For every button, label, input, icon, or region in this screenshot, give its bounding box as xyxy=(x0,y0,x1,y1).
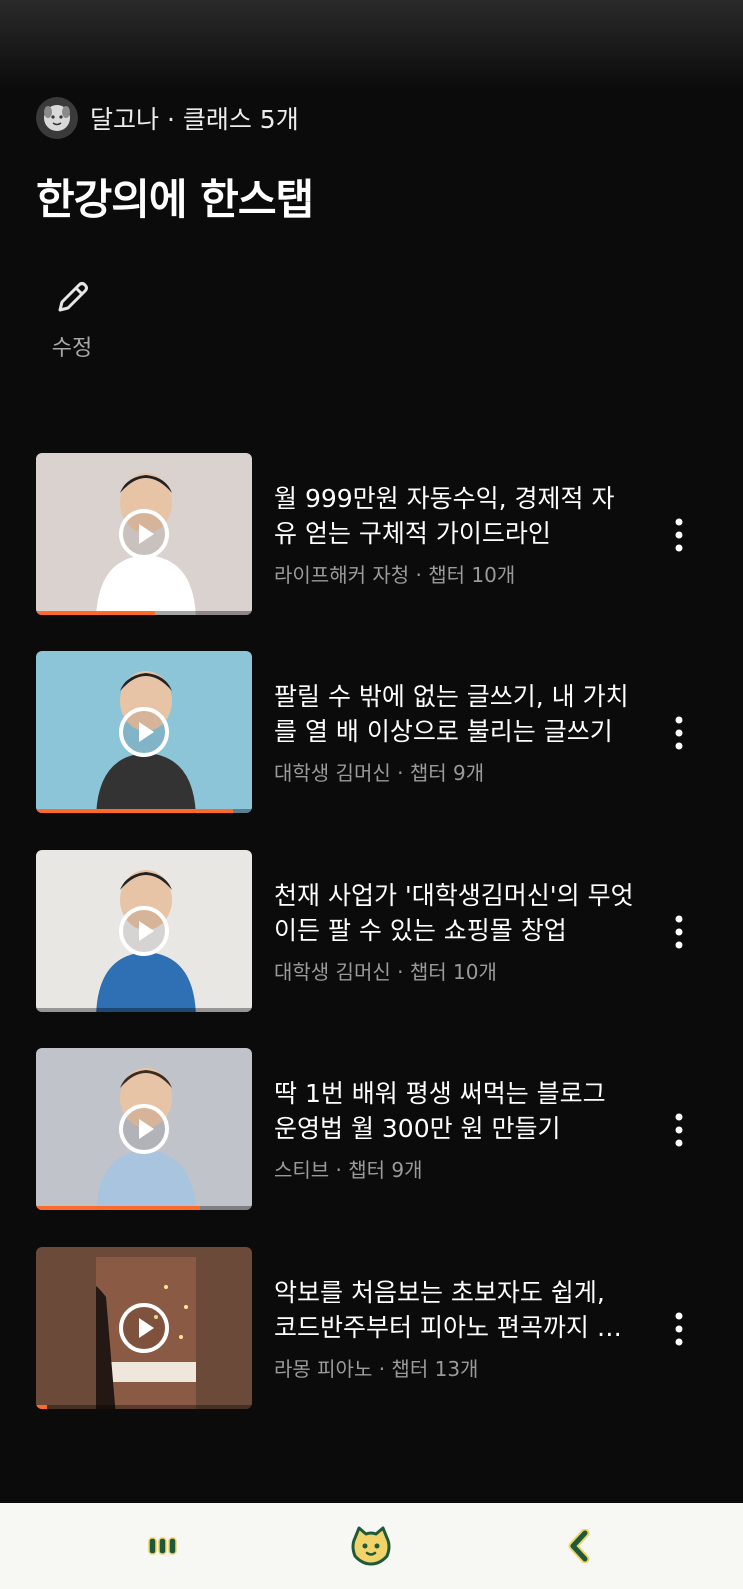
edit-button[interactable]: 수정 xyxy=(40,278,104,378)
chapter-count: · 챕터 9개 xyxy=(329,1158,423,1182)
progress-bar xyxy=(36,809,252,813)
course-author: 라이프해커 자청 xyxy=(274,563,410,587)
pencil-icon xyxy=(58,282,88,312)
page-title: 한강의에 한스탭 xyxy=(36,175,314,224)
nav-library[interactable] xyxy=(138,1521,188,1571)
progress-bar xyxy=(36,611,252,615)
progress-fill xyxy=(36,1206,201,1210)
progress-fill xyxy=(36,611,155,615)
course-meta: 스티브 · 챕터 9개 xyxy=(274,1154,423,1183)
course-title[interactable]: 월 999만원 자동수익, 경제적 자유 얻는 구체적 가이드라인 xyxy=(274,481,634,551)
course-item[interactable]: 악보를 처음보는 초보자도 쉽게, 코드반주부터 피아노 편곡까지 배우기 라몽… xyxy=(36,1247,716,1409)
course-item[interactable]: 팔릴 수 밖에 없는 글쓰기, 내 가치를 열 배 이상으로 불리는 글쓰기 대… xyxy=(36,651,716,813)
course-thumbnail[interactable] xyxy=(36,1048,252,1210)
more-options-button[interactable] xyxy=(662,713,696,753)
chapter-count: · 챕터 9개 xyxy=(390,761,485,785)
back-icon xyxy=(568,1529,590,1563)
course-item[interactable]: 천재 사업가 '대학생김머신'의 무엇이든 팔 수 있는 쇼핑몰 창업 대학생 … xyxy=(36,850,716,1012)
course-meta: 라이프해커 자청 · 챕터 10개 xyxy=(274,559,515,588)
progress-bar xyxy=(36,1008,252,1012)
course-thumbnail[interactable] xyxy=(36,1247,252,1409)
owner-name: 달고나 xyxy=(90,105,160,134)
play-icon[interactable] xyxy=(118,706,170,758)
edit-label: 수정 xyxy=(51,336,93,361)
nav-back[interactable] xyxy=(554,1521,604,1571)
chapter-count: · 챕터 10개 xyxy=(409,563,516,587)
progress-bar xyxy=(36,1405,252,1409)
play-icon[interactable] xyxy=(118,508,170,560)
class-count: · 클래스 5개 xyxy=(159,105,299,134)
bottom-navigation xyxy=(0,1503,743,1589)
course-meta: 대학생 김머신 · 챕터 10개 xyxy=(274,956,497,985)
course-thumbnail[interactable] xyxy=(36,651,252,813)
dog-face-icon xyxy=(44,105,70,131)
play-icon[interactable] xyxy=(118,905,170,957)
course-title[interactable]: 딱 1번 배워 평생 써먹는 블로그 운영법 월 300만 원 만들기 xyxy=(274,1076,634,1146)
more-options-button[interactable] xyxy=(662,515,696,555)
vertical-dots-icon xyxy=(675,1113,683,1147)
course-meta: 라몽 피아노 · 챕터 13개 xyxy=(274,1353,478,1382)
owner-row[interactable]: 달고나 · 클래스 5개 xyxy=(36,96,299,140)
chapter-count: · 챕터 10개 xyxy=(390,960,497,984)
course-meta: 대학생 김머신 · 챕터 9개 xyxy=(274,757,484,786)
vertical-dots-icon xyxy=(675,716,683,750)
chapter-count: · 챕터 13개 xyxy=(372,1357,479,1381)
course-thumbnail[interactable] xyxy=(36,850,252,1012)
collection-page: 달고나 · 클래스 5개 한강의에 한스탭 수정 월 999만원 자동수익, 경… xyxy=(0,0,743,1589)
more-options-button[interactable] xyxy=(662,1309,696,1349)
mascot-home-icon xyxy=(351,1526,391,1566)
owner-info: 달고나 · 클래스 5개 xyxy=(90,100,299,136)
course-title[interactable]: 팔릴 수 밖에 없는 글쓰기, 내 가치를 열 배 이상으로 불리는 글쓰기 xyxy=(274,679,634,749)
progress-fill xyxy=(36,809,233,813)
play-icon[interactable] xyxy=(118,1103,170,1155)
vertical-dots-icon xyxy=(675,1312,683,1346)
library-icon xyxy=(148,1537,177,1555)
owner-avatar xyxy=(36,97,78,139)
more-options-button[interactable] xyxy=(662,1110,696,1150)
course-item[interactable]: 딱 1번 배워 평생 써먹는 블로그 운영법 월 300만 원 만들기 스티브 … xyxy=(36,1048,716,1210)
course-title[interactable]: 천재 사업가 '대학생김머신'의 무엇이든 팔 수 있는 쇼핑몰 창업 xyxy=(274,878,634,948)
course-title[interactable]: 악보를 처음보는 초보자도 쉽게, 코드반주부터 피아노 편곡까지 배우기 xyxy=(274,1275,634,1345)
course-author: 라몽 피아노 xyxy=(274,1357,373,1381)
course-author: 대학생 김머신 xyxy=(274,960,391,984)
play-icon[interactable] xyxy=(118,1302,170,1354)
vertical-dots-icon xyxy=(675,518,683,552)
progress-bar xyxy=(36,1206,252,1210)
nav-home[interactable] xyxy=(346,1521,396,1571)
course-item[interactable]: 월 999만원 자동수익, 경제적 자유 얻는 구체적 가이드라인 라이프해커 … xyxy=(36,453,716,615)
vertical-dots-icon xyxy=(675,915,683,949)
progress-fill xyxy=(36,1405,47,1409)
course-author: 대학생 김머신 xyxy=(274,761,391,785)
course-author: 스티브 xyxy=(274,1158,330,1182)
top-gradient xyxy=(0,0,743,90)
course-thumbnail[interactable] xyxy=(36,453,252,615)
more-options-button[interactable] xyxy=(662,912,696,952)
